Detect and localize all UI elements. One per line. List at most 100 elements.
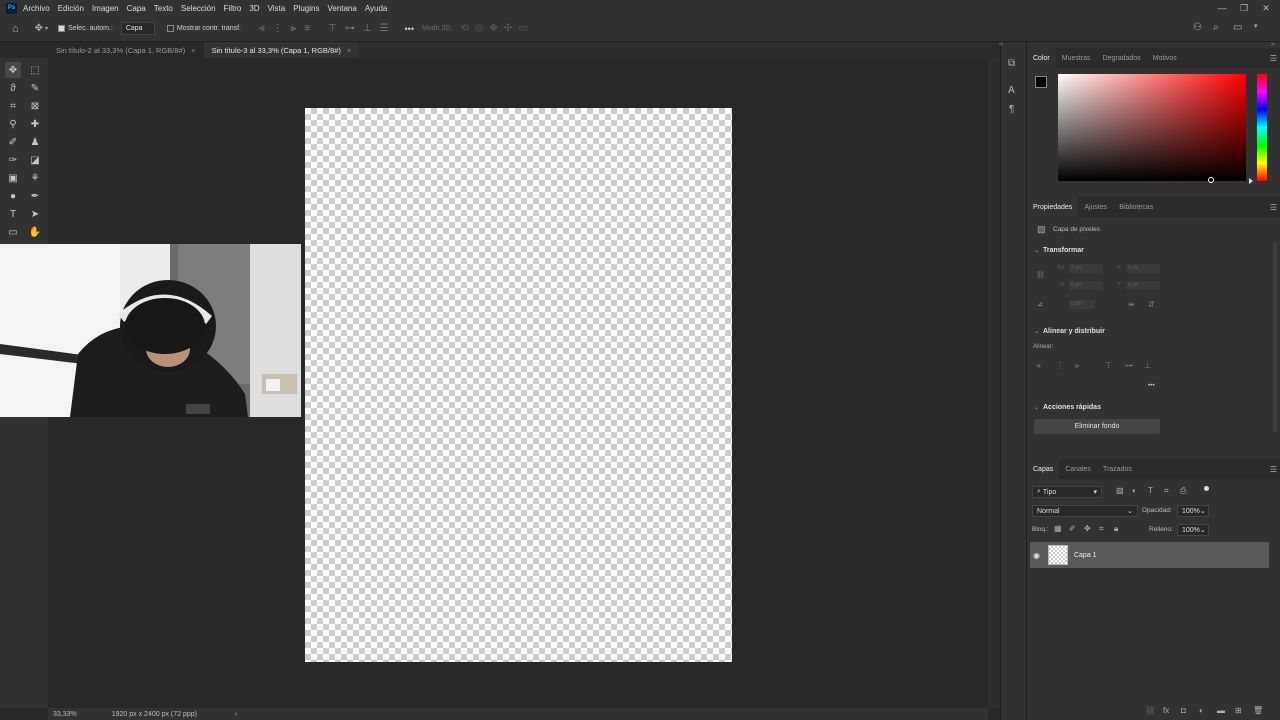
tab-degradados[interactable]: Degradados <box>1097 48 1147 68</box>
close-tab-icon[interactable]: × <box>347 46 351 55</box>
angle-input[interactable]: 0,00° <box>1069 300 1095 309</box>
align-left-icon[interactable]: ⫷ <box>259 23 265 34</box>
healing-brush-tool-icon[interactable]: ✚ <box>27 116 43 132</box>
restore-button[interactable]: ❐ <box>1234 0 1254 16</box>
zoom-level[interactable]: 33,33% <box>53 711 77 718</box>
layer-style-fx-icon[interactable]: fx <box>1163 706 1169 715</box>
tab-color[interactable]: Color <box>1027 48 1056 68</box>
menu-ayuda[interactable]: Ayuda <box>365 4 388 13</box>
tab-ajustes[interactable]: Ajustes <box>1078 197 1113 217</box>
lock-position-icon[interactable]: ✥ <box>1084 524 1091 533</box>
link-layers-icon[interactable]: ⛓ <box>1145 706 1155 715</box>
pan-3d-icon[interactable]: ✥ <box>489 23 497 34</box>
hue-slider[interactable] <box>1257 74 1267 181</box>
align-bottom-icon[interactable]: ⊥ <box>363 23 372 34</box>
align-distribute-section-title[interactable]: Alinear y distribuir <box>1043 328 1105 335</box>
tab-sin-titulo-3[interactable]: Sin título-3 al 33,3% (Capa 1, RGB/8#) × <box>203 42 360 58</box>
fill-input[interactable]: 100% ⌄ <box>1177 524 1209 536</box>
align-middle-v-icon[interactable]: ⊶ <box>345 23 355 34</box>
collapse-chevron-icon[interactable]: ⌄ <box>1034 247 1039 254</box>
path-select-tool-icon[interactable]: ➤ <box>27 206 43 222</box>
align-bottom-edges-icon[interactable]: ⊥ <box>1144 361 1151 370</box>
blend-mode-dropdown[interactable]: Normal ⌄ <box>1032 505 1138 517</box>
menu-archivo[interactable]: Archivo <box>23 4 50 13</box>
brush-tool-icon[interactable]: ✐ <box>5 134 21 150</box>
character-panel-icon[interactable]: A <box>1008 85 1015 96</box>
rectangle-tool-icon[interactable]: ▭ <box>5 224 21 240</box>
panel-menu-icon[interactable]: ☰ <box>1270 54 1277 63</box>
close-tab-icon[interactable]: × <box>191 46 195 55</box>
minimize-button[interactable]: — <box>1212 0 1232 16</box>
lock-all-icon[interactable]: 🔒︎ <box>1114 524 1118 534</box>
filter-toggle-icon[interactable] <box>1204 486 1209 491</box>
menu-filtro[interactable]: Filtro <box>224 4 242 13</box>
filter-shape-icon[interactable]: ⌗ <box>1164 486 1169 496</box>
align-v-centers-icon[interactable]: ⊶ <box>1125 361 1133 370</box>
more-options-button[interactable]: ••• <box>405 24 414 34</box>
delete-layer-icon[interactable]: 🗑︎ <box>1253 706 1263 715</box>
close-window-button[interactable]: ✕ <box>1256 0 1276 16</box>
link-icon[interactable]: ⛓ <box>1036 271 1045 279</box>
align-right-icon[interactable]: ⫸ <box>291 23 297 34</box>
tab-bibliotecas[interactable]: Bibliotecas <box>1113 197 1159 217</box>
adjustment-layer-icon[interactable]: ◐ <box>1199 706 1204 715</box>
layer-row[interactable]: ◉ Capa 1 <box>1030 542 1269 568</box>
new-group-icon[interactable]: ▬ <box>1217 706 1225 715</box>
slide-3d-icon[interactable]: ✣ <box>504 23 512 34</box>
opacity-input[interactable]: 100% ⌄ <box>1177 505 1209 517</box>
eyedropper-tool-icon[interactable]: ⚲ <box>5 116 21 132</box>
marquee-tool-icon[interactable]: ⬚ <box>27 62 43 78</box>
tab-propiedades[interactable]: Propiedades <box>1027 197 1079 217</box>
collapse-chevron-icon[interactable]: ⌄ <box>1034 328 1039 335</box>
orbit-3d-icon[interactable]: ⟲ <box>460 23 468 34</box>
menu-capa[interactable]: Capa <box>127 4 146 13</box>
tab-sin-titulo-2[interactable]: Sin título-2 al 33,3% (Capa 1, RGB/8#) × <box>48 42 204 58</box>
expand-panels-icon[interactable]: » <box>1271 41 1275 48</box>
auto-select-checkbox[interactable]: Selec. autom.: <box>58 25 113 32</box>
menu-plugins[interactable]: Plugins <box>293 4 319 13</box>
history-brush-tool-icon[interactable]: ✑ <box>5 152 21 168</box>
type-tool-icon[interactable]: T <box>5 206 21 222</box>
panel-menu-icon[interactable]: ☰ <box>1270 465 1277 474</box>
new-layer-icon[interactable]: ⊞ <box>1235 706 1242 715</box>
show-transform-checkbox-box[interactable] <box>166 25 174 32</box>
more-align-options-button[interactable]: ••• <box>1148 382 1155 389</box>
eye-visibility-icon[interactable]: ◉ <box>1033 551 1040 560</box>
filter-pixel-icon[interactable]: ▨ <box>1116 486 1124 495</box>
remove-background-button[interactable]: Eliminar fondo <box>1034 419 1160 434</box>
distribute-icon[interactable]: ≡ <box>304 23 310 34</box>
x-input[interactable]: 0 px <box>1126 264 1160 273</box>
tab-trazados[interactable]: Trazados <box>1097 459 1138 479</box>
layer-select-dropdown[interactable]: Capa <box>120 22 155 35</box>
lock-artboard-icon[interactable]: ⌗ <box>1099 524 1104 534</box>
roll-3d-icon[interactable]: ◎ <box>475 23 484 34</box>
filter-smart-object-icon[interactable]: ⎙ <box>1180 486 1186 496</box>
height-input[interactable]: 0 px <box>1069 281 1103 290</box>
color-picker-field[interactable] <box>1058 74 1246 183</box>
crop-tool-icon[interactable]: ⌗ <box>5 98 21 114</box>
tab-canales[interactable]: Canales <box>1059 459 1097 479</box>
share-icon[interactable]: ⚇ <box>1193 22 1202 33</box>
filter-type-icon[interactable]: T <box>1148 486 1153 495</box>
menu-edicion[interactable]: Edición <box>58 4 84 13</box>
auto-select-checkbox-box[interactable] <box>58 25 66 32</box>
collapse-dock-icon[interactable]: « <box>999 41 1003 48</box>
vertical-scrollbar[interactable] <box>988 58 1000 708</box>
clone-stamp-tool-icon[interactable]: ♟ <box>27 134 43 150</box>
align-h-centers-icon[interactable]: ⋮ <box>1056 361 1064 370</box>
distribute-v-icon[interactable]: ☰ <box>380 23 389 34</box>
home-icon[interactable]: ⌂ <box>12 23 19 35</box>
color-picker-cursor[interactable] <box>1208 177 1214 183</box>
chevron-down-icon[interactable]: ▾ <box>45 25 48 32</box>
camera-3d-icon[interactable]: ▭ <box>518 23 527 34</box>
lock-transparency-icon[interactable]: ▦ <box>1054 524 1062 533</box>
paragraph-panel-icon[interactable]: ¶ <box>1009 104 1014 115</box>
hue-slider-handle-icon[interactable] <box>1249 178 1253 184</box>
align-top-icon[interactable]: ⊤ <box>328 23 337 34</box>
layer-name[interactable]: Capa 1 <box>1074 552 1097 559</box>
lasso-tool-icon[interactable]: ϑ <box>5 80 21 96</box>
menu-ventana[interactable]: Ventana <box>327 4 356 13</box>
y-input[interactable]: 0 px <box>1126 281 1160 290</box>
filter-adjustment-icon[interactable]: ◐ <box>1132 486 1137 495</box>
menu-3d[interactable]: 3D <box>249 4 259 13</box>
